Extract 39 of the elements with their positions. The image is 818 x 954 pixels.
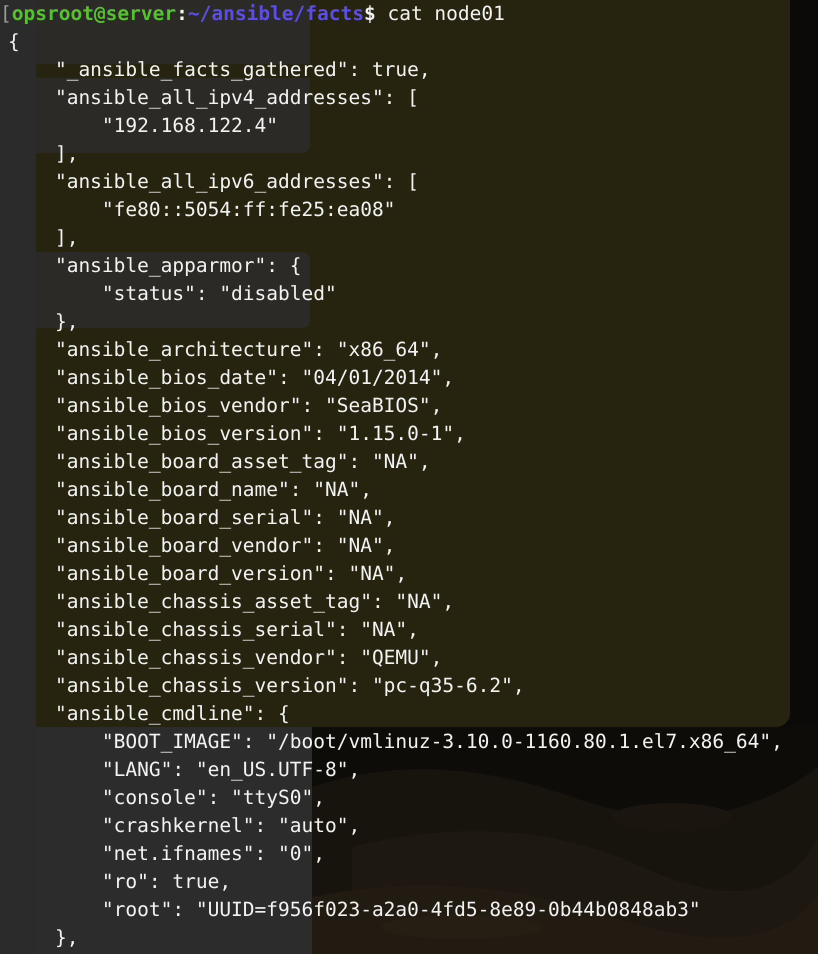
output-line: "ansible_board_vendor": "NA", (54, 533, 396, 559)
output-line: "_ansible_facts_gathered": true, (54, 57, 431, 83)
output-line: "ansible_bios_date": "04/01/2014", (54, 365, 454, 391)
output-line: "fe80::5054:ff:fe25:ea08" (100, 197, 396, 223)
output-line: "ansible_all_ipv4_addresses": [ (54, 85, 419, 111)
output-line: "ansible_apparmor": { (54, 253, 302, 279)
output-line: "ansible_chassis_version": "pc-q35-6.2", (54, 673, 525, 699)
output-line: "ansible_architecture": "x86_64", (54, 337, 442, 363)
prompt-separator: : (176, 1, 188, 27)
prompt-path: ~/ansible/facts (188, 1, 364, 27)
output-line: "ansible_cmdline": { (54, 701, 290, 727)
output-line: "ansible_chassis_serial": "NA", (54, 617, 419, 643)
output-line: "ansible_chassis_vendor": "QEMU", (54, 645, 442, 671)
prompt-bracket: [ (0, 1, 12, 27)
output-line: "console": "ttyS0", (100, 785, 325, 811)
output-line: ], (54, 225, 78, 251)
output-line: "ansible_all_ipv6_addresses": [ (54, 169, 419, 195)
output-line: ], (54, 141, 78, 167)
output-line: "crashkernel": "auto", (100, 813, 360, 839)
output-line: "ansible_board_asset_tag": "NA", (54, 449, 431, 475)
command-text: cat node01 (386, 1, 505, 27)
output-line: "ansible_chassis_asset_tag": "NA", (54, 589, 454, 615)
output-line: }, (54, 309, 78, 335)
output-line: "ro": true, (100, 869, 232, 895)
prompt-user-host: opsroot@server (12, 1, 176, 27)
output-line: { (8, 29, 20, 55)
output-line: "ansible_board_version": "NA", (54, 561, 408, 587)
prompt-symbol: $ (364, 1, 376, 27)
output-line: "BOOT_IMAGE": "/boot/vmlinuz-3.10.0-1160.80.1.el7.x86_64", (100, 729, 783, 755)
output-line: "ansible_bios_version": "1.15.0-1", (54, 421, 466, 447)
output-line: "ansible_board_serial": "NA", (54, 505, 396, 531)
output-line: "LANG": "en_US.UTF-8", (100, 757, 360, 783)
output-line: "ansible_bios_vendor": "SeaBIOS", (54, 393, 442, 419)
output-line: "192.168.122.4" (100, 113, 278, 139)
output-line: "ansible_board_name": "NA", (54, 477, 372, 503)
output-line: "root": "UUID=f956f023-a2a0-4fd5-8e89-0b44b0848ab3" (100, 897, 701, 923)
output-line: "net.ifnames": "0", (100, 841, 325, 867)
output-line: "status": "disabled" (100, 281, 337, 307)
output-line: }, (54, 925, 78, 951)
